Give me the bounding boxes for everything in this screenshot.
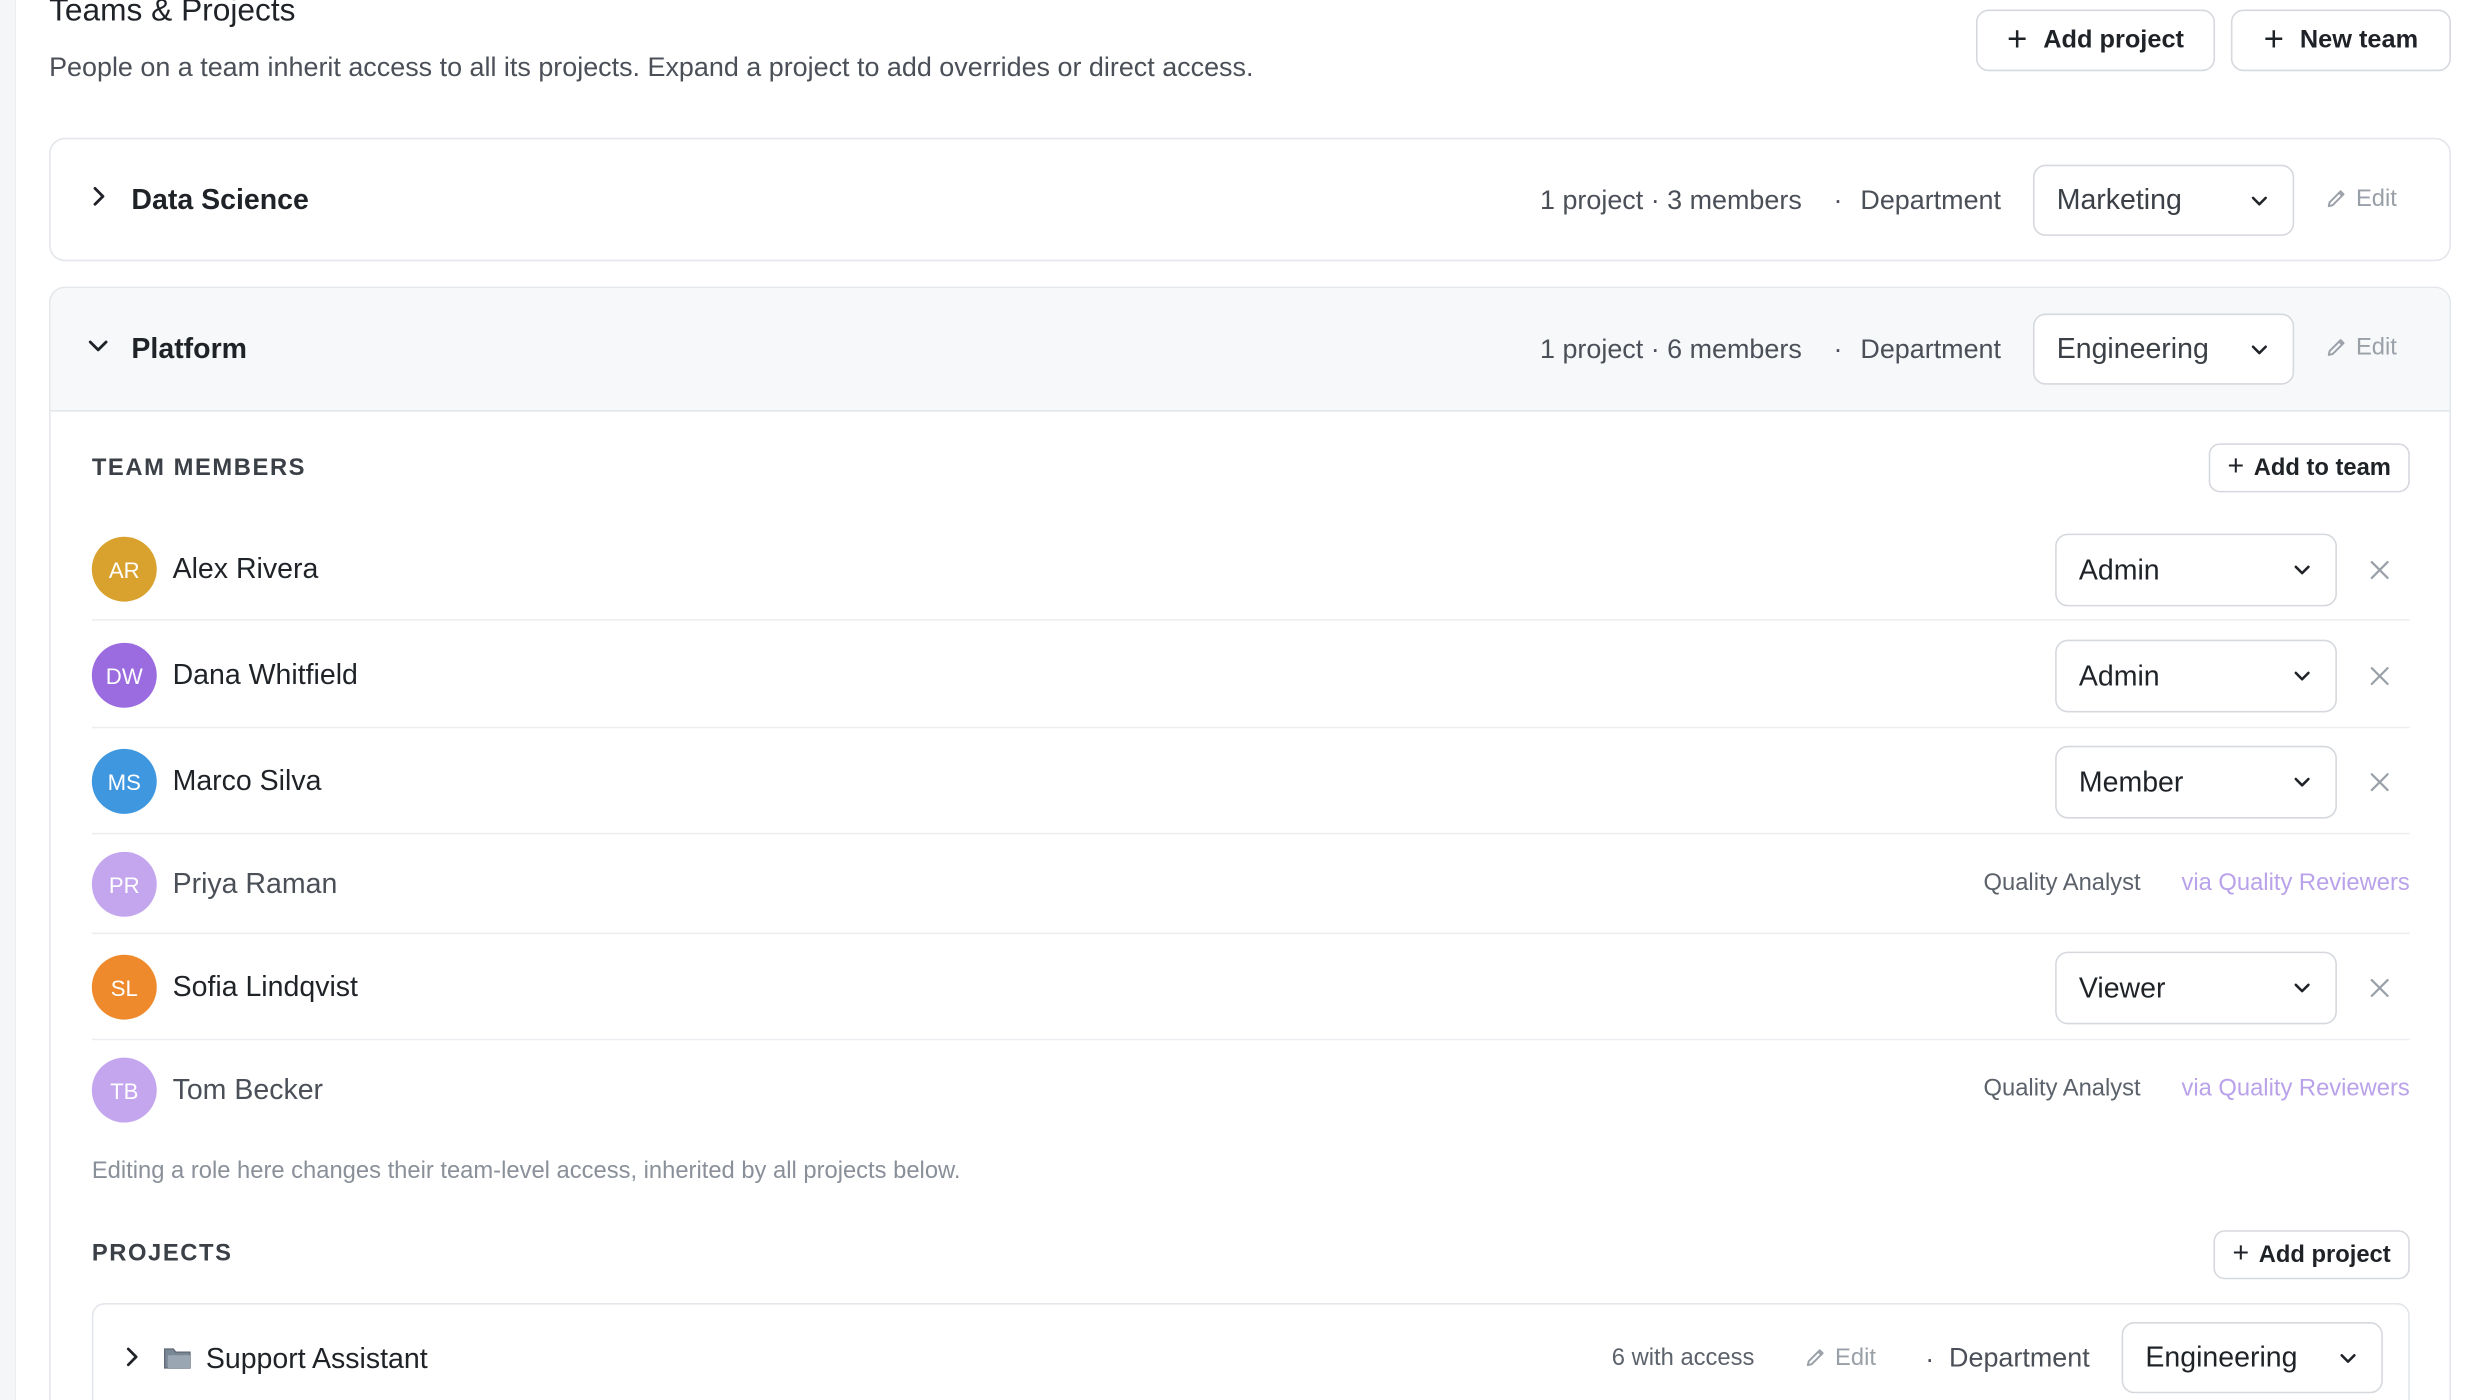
member-row: TB Tom Becker Quality Analyst via Qualit…	[91, 1040, 2410, 1140]
role-select[interactable]: Viewer	[2055, 951, 2337, 1025]
separator-dot: ·	[1833, 334, 1843, 365]
role-select[interactable]: Admin	[2055, 533, 2337, 607]
project-card[interactable]: Support Assistant 6 with access Edit · D…	[91, 1303, 2410, 1400]
close-icon	[2370, 773, 2389, 792]
department-select[interactable]: Engineering	[2032, 313, 2295, 385]
department-value: Marketing	[2056, 183, 2182, 216]
separator-dot: ·	[1925, 1344, 1935, 1375]
department-value: Engineering	[2145, 1341, 2298, 1373]
department-select[interactable]: Marketing	[2032, 164, 2295, 236]
edit-label: Edit	[2355, 334, 2397, 361]
remove-member-button[interactable]	[2361, 551, 2399, 589]
edit-team-button[interactable]: Edit	[2324, 334, 2397, 361]
add-project-button[interactable]: + Add project	[2213, 1230, 2410, 1280]
avatar: MS	[91, 748, 157, 814]
department-select[interactable]: Engineering	[2121, 1322, 2383, 1394]
team-card-platform: Platform 1 project · 6 members · Departm…	[49, 286, 2451, 1400]
edit-label: Edit	[1835, 1344, 1876, 1372]
chevron-right-icon[interactable]	[120, 1346, 142, 1368]
team-header[interactable]: Data Science 1 project · 3 members · Dep…	[51, 139, 2450, 262]
role-value: Admin	[2078, 553, 2160, 586]
member-name: Tom Becker	[172, 1073, 324, 1106]
member-row: PR Priya Raman Quality Analyst via Quali…	[91, 834, 2410, 935]
chevron-down-icon[interactable]	[85, 332, 110, 357]
department-label: Department	[1860, 334, 2002, 365]
role-select[interactable]: Admin	[2055, 639, 2337, 713]
new-team-label: New team	[2299, 26, 2419, 54]
avatar: AR	[91, 536, 157, 602]
close-icon	[2370, 667, 2389, 686]
member-name: Alex Rivera	[172, 552, 319, 585]
add-project-label: Add project	[2258, 1241, 2391, 1269]
help-text: Editing a role here changes their team-l…	[91, 1157, 961, 1185]
page-title: Teams & Projects	[49, 0, 296, 29]
team-card-data-science: Data Science 1 project · 3 members · Dep…	[49, 137, 2451, 262]
add-project-label: Add project	[2043, 26, 2184, 54]
chevron-down-icon	[2251, 195, 2267, 205]
inherited-role: Quality Analyst	[1983, 1075, 2141, 1102]
avatar: TB	[91, 1057, 157, 1123]
chevron-down-icon	[2294, 983, 2310, 993]
team-stats: 1 project · 3 members	[1540, 185, 1802, 216]
new-team-button[interactable]: + New team	[2230, 9, 2451, 72]
role-value: Member	[2078, 765, 2184, 798]
project-name: Support Assistant	[205, 1342, 428, 1375]
member-name: Marco Silva	[172, 764, 322, 797]
plus-icon: +	[2007, 18, 2028, 58]
chevron-down-icon	[2294, 671, 2310, 681]
role-select[interactable]: Member	[2055, 745, 2337, 819]
plus-icon: +	[2232, 1236, 2250, 1269]
avatar: SL	[91, 954, 157, 1020]
team-name: Platform	[131, 332, 248, 365]
via-group-link[interactable]: via Quality Reviewers	[2181, 869, 2409, 896]
remove-member-button[interactable]	[2361, 763, 2399, 801]
role-value: Viewer	[2078, 971, 2166, 1004]
member-row: DW Dana Whitfield Admin	[91, 622, 2410, 729]
role-value: Admin	[2078, 659, 2160, 692]
edit-label: Edit	[2355, 185, 2397, 213]
team-name: Data Science	[131, 183, 309, 216]
plus-icon: +	[2263, 18, 2285, 58]
chevron-down-icon	[2340, 1353, 2356, 1363]
page-subtitle: People on a team inherit access to all i…	[49, 52, 1254, 83]
pencil-icon	[1806, 1349, 1824, 1367]
remove-member-button[interactable]	[2361, 657, 2399, 695]
department-value: Engineering	[2056, 332, 2209, 365]
close-icon	[2370, 560, 2389, 580]
chevron-down-icon	[2294, 777, 2310, 787]
pencil-icon	[2327, 339, 2345, 356]
teams-projects-page: Teams & Projects People on a team inheri…	[0, 0, 2470, 1400]
pencil-icon	[2327, 190, 2345, 208]
member-name: Sofia Lindqvist	[172, 970, 358, 1003]
projects-heading: PROJECTS	[91, 1239, 233, 1267]
member-name: Priya Raman	[172, 867, 338, 900]
member-row: AR Alex Rivera Admin	[91, 521, 2410, 621]
member-row: MS Marco Silva Member	[91, 728, 2410, 835]
edit-team-button[interactable]: Edit	[2324, 185, 2397, 212]
add-to-team-label: Add to team	[2253, 454, 2391, 482]
plus-icon: +	[2227, 449, 2245, 482]
avatar: DW	[91, 642, 157, 708]
member-row: SL Sofia Lindqvist Viewer	[91, 934, 2410, 1041]
team-stats: 1 project · 6 members	[1540, 334, 1802, 365]
edit-project-button[interactable]: Edit	[1803, 1344, 1876, 1371]
folder-icon	[164, 1348, 191, 1369]
chevron-right-icon[interactable]	[85, 184, 110, 209]
team-header[interactable]: Platform 1 project · 6 members · Departm…	[50, 288, 2450, 412]
separator-dot: ·	[1833, 185, 1843, 216]
access-count: 6 with access	[1611, 1344, 1755, 1372]
add-project-button[interactable]: + Add project	[1975, 9, 2216, 72]
add-to-team-button[interactable]: + Add to team	[2208, 443, 2410, 493]
remove-member-button[interactable]	[2361, 969, 2399, 1007]
chevron-down-icon	[2251, 344, 2267, 354]
inherited-role: Quality Analyst	[1983, 869, 2141, 897]
chevron-down-icon	[2294, 565, 2310, 575]
team-members-heading: TEAM MEMBERS	[91, 454, 307, 482]
avatar: PR	[91, 851, 157, 917]
department-label: Department	[1860, 185, 2002, 216]
member-name: Dana Whitfield	[172, 658, 358, 691]
department-label: Department	[1949, 1342, 2090, 1373]
close-icon	[2370, 978, 2389, 998]
via-group-link[interactable]: via Quality Reviewers	[2181, 1075, 2409, 1102]
